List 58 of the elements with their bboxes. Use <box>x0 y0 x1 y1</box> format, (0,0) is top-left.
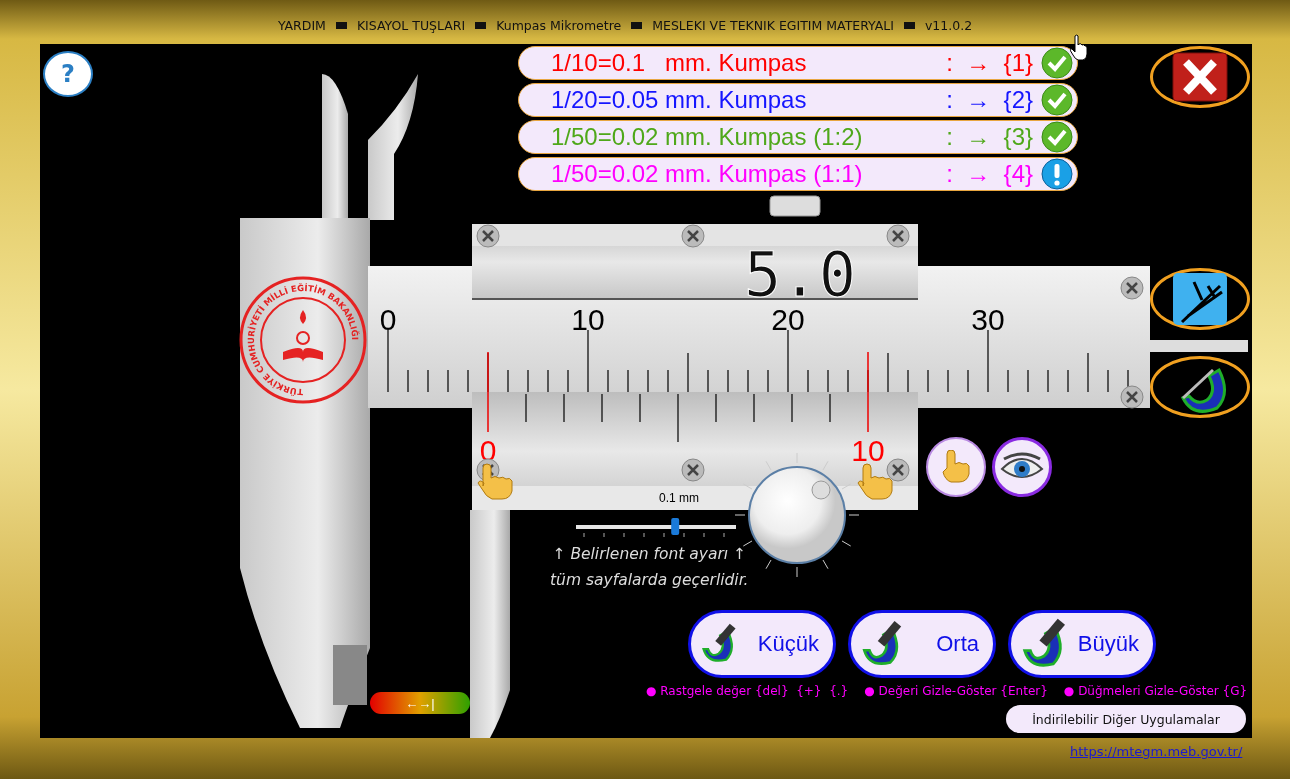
shortcut-hint: ● Değeri Gizle-Göster {Enter} <box>864 684 1048 698</box>
screw-icon <box>681 458 705 482</box>
separator-icon <box>903 22 915 29</box>
menu-item[interactable]: v11.0.2 <box>924 18 973 33</box>
close-icon <box>1172 52 1228 102</box>
font-note: ↑ Belirlenen font ayarı ↑ <box>552 544 747 565</box>
caliper-mode-button[interactable] <box>1150 268 1250 330</box>
shortcut-hint: ● Düğmeleri Gizle-Göster {G} <box>1063 684 1248 698</box>
micrometer-mode-button[interactable] <box>1150 356 1250 418</box>
separator-icon <box>631 22 643 29</box>
scale-number: 30 <box>971 303 1005 336</box>
scale-number: 10 <box>571 303 605 336</box>
separator-icon <box>475 22 487 29</box>
pointing-hand-icon <box>941 450 971 484</box>
vernier-number: 10 <box>851 434 885 467</box>
shortcut-label: : → {2} <box>946 86 1033 114</box>
mode-label: 1/50=0.02 mm. Kumpas (1:2) <box>551 123 864 151</box>
dial-knob[interactable] <box>748 466 846 564</box>
exclamation-icon <box>1041 158 1073 190</box>
mode-label: 1/20=0.05 mm. Kumpas <box>551 86 808 114</box>
screw-icon <box>1120 276 1144 300</box>
screw-icon <box>1120 385 1144 409</box>
screw-icon <box>681 224 705 248</box>
resolution-label: 0.1 mm <box>659 491 699 505</box>
check-icon <box>1041 84 1073 116</box>
check-icon <box>1041 47 1073 79</box>
size-button[interactable]: Küçük <box>688 610 836 678</box>
downloads-button[interactable]: İndirilebilir Diğer Uygulamalar <box>1006 705 1246 733</box>
thumb-screw[interactable] <box>769 195 821 217</box>
shortcut-hint: ● Rastgele değer {del} {+} {.} <box>646 684 849 698</box>
menu-item[interactable]: MESLEKI VE TEKNIK EGITIM MATERYALI <box>652 18 894 33</box>
eye-button[interactable] <box>992 437 1052 497</box>
touch-button[interactable] <box>926 437 986 497</box>
font-note: tüm sayfalarda geçerlidir. <box>550 570 749 591</box>
shortcut-label: : → {3} <box>946 123 1033 151</box>
pointing-hand-icon <box>477 463 513 500</box>
scale-number: 0 <box>379 303 397 336</box>
shortcut-label: : → {1} <box>946 49 1033 77</box>
mode-option[interactable]: 1/20=0.05 mm. Kumpas : → {2} <box>518 83 1078 117</box>
size-button[interactable]: Büyük <box>1008 610 1156 678</box>
mode-label: 1/10=0.1 mm. Kumpas <box>551 49 808 77</box>
size-button[interactable]: Orta <box>848 610 996 678</box>
menu-item[interactable]: YARDIM <box>277 18 326 33</box>
screw-icon <box>886 458 910 482</box>
mode-label: 1/50=0.02 mm. Kumpas (1:1) <box>551 160 864 188</box>
slider-thumb[interactable] <box>671 518 680 535</box>
separator-icon <box>335 22 347 29</box>
screw-icon <box>476 224 500 248</box>
menu-item[interactable]: KISAYOL TUŞLARI <box>356 18 466 33</box>
close-button[interactable] <box>1150 46 1250 108</box>
shortcut-label: : → {4} <box>946 160 1033 188</box>
help-button[interactable]: ? <box>43 51 93 97</box>
pointing-hand-icon <box>857 463 893 500</box>
caliper-icon <box>1172 272 1228 326</box>
screw-icon <box>886 224 910 248</box>
menu-item[interactable]: Kumpas Mikrometre <box>496 18 622 33</box>
check-icon <box>1041 121 1073 153</box>
font-slider[interactable] <box>576 518 736 538</box>
